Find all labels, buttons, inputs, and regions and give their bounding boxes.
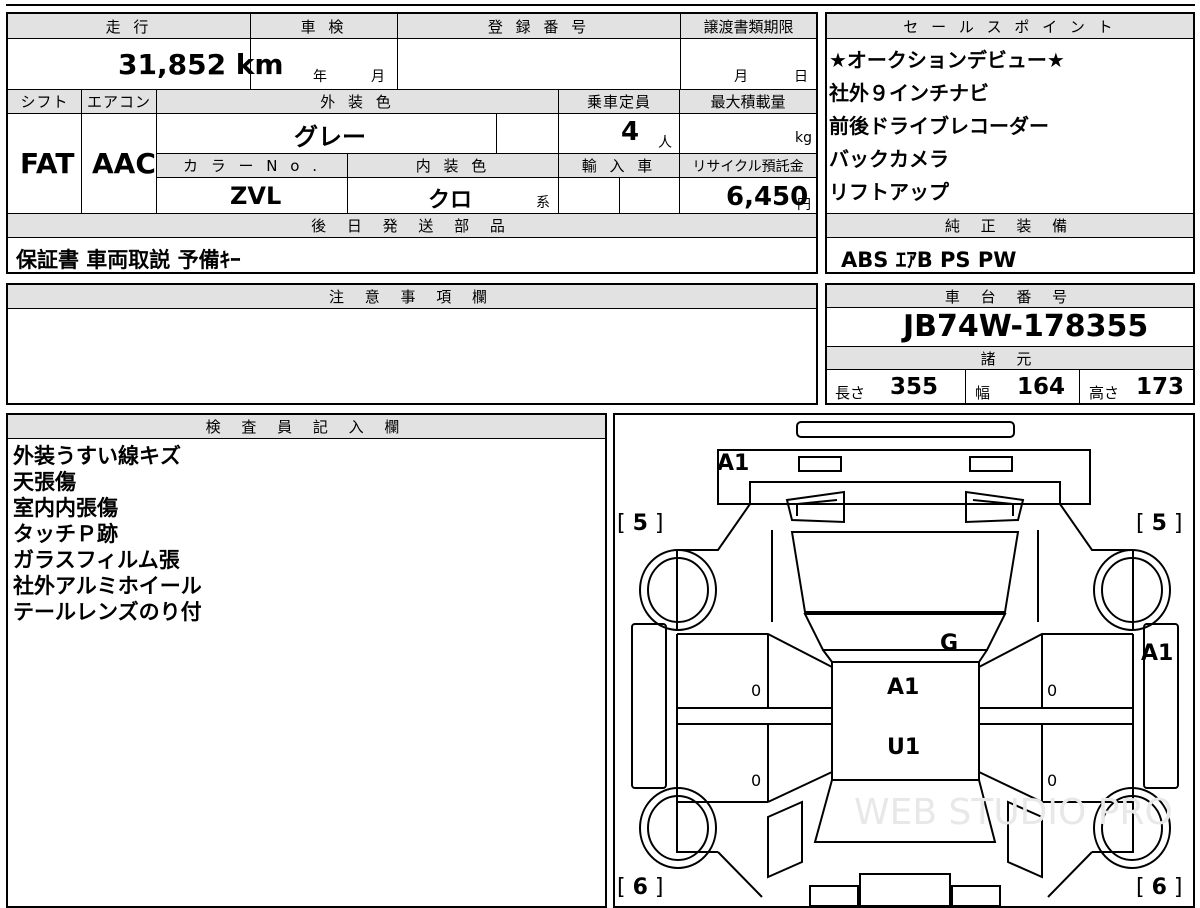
car-outline-svg: WEB STUDIO PRO	[631, 421, 1179, 906]
mark-right-rear-door: 0	[1047, 771, 1058, 790]
width-label: 幅	[975, 384, 991, 402]
later-parts-value: 保証書 車両取説 予備ｷｰ	[16, 248, 241, 272]
inspector-note-line: 社外アルミホイール	[13, 574, 202, 598]
recycle-fee-header: リサイクル預託金	[680, 154, 816, 177]
capacity-unit: 人	[658, 135, 672, 151]
mark-rear-right-tire: [ 6 ]	[1136, 875, 1183, 900]
inspector-note-line: 室内内張傷	[13, 496, 118, 520]
notes-header: 注 意 事 項 欄	[8, 285, 816, 308]
inspector-note-line: 天張傷	[13, 470, 76, 494]
max-load-header: 最大積載量	[680, 90, 816, 113]
sales-point-item: 前後ドライブレコーダー	[829, 114, 1049, 138]
inspector-note-line: タッチＰ跡	[13, 522, 118, 546]
specs-header: 諸 元	[827, 347, 1193, 369]
exterior-color-header: 外 装 色	[157, 90, 558, 113]
height-value: 173	[1136, 374, 1185, 400]
exterior-color-value: グレー	[294, 123, 366, 151]
recycle-fee-value: 6,450	[726, 182, 809, 212]
cutoff-top-row	[6, 0, 1195, 6]
transfer-month-unit: 月	[734, 69, 748, 85]
color-no-header: カ ラ ー N o .	[157, 154, 347, 177]
chassis-specs-box: 車 台 番 号 JB74W-178355 諸 元 長さ 355 幅 164 高さ…	[825, 283, 1195, 405]
length-value: 355	[890, 374, 939, 400]
transfer-deadline-header: 譲渡書類期限	[681, 14, 816, 38]
sales-points-box: セ ー ル ス ポ イ ン ト ★オークションデビュー★ 社外９インチナビ 前後…	[825, 12, 1195, 274]
color-no-value: ZVL	[230, 182, 282, 210]
later-parts-header: 後 日 発 送 部 品	[8, 214, 816, 237]
chassis-number-header: 車 台 番 号	[827, 285, 1193, 307]
interior-color-value: クロ	[428, 188, 473, 213]
inspection-year-unit: 年	[313, 69, 327, 85]
mileage-header: 走 行	[8, 14, 250, 38]
inspector-notes-list: 外装うすい線キズ 天張傷 室内内張傷 タッチＰ跡 ガラスフィルム張 社外アルミホ…	[13, 443, 202, 625]
car-damage-diagram: WEB STUDIO PRO A1 [ 5 ] [ 5 ] [ 6 ] [ 6 …	[613, 413, 1195, 908]
width-value: 164	[1017, 374, 1066, 400]
mark-windshield: G	[940, 631, 959, 656]
max-load-unit: kg	[795, 130, 812, 146]
mark-right-side: A1	[1141, 641, 1174, 666]
inspector-notes-header: 検 査 員 記 入 欄	[8, 415, 605, 438]
sales-point-item: 社外９インチナビ	[829, 81, 989, 105]
interior-color-header: 内 装 色	[348, 154, 558, 177]
chassis-number-value: JB74W-178355	[903, 309, 1149, 344]
sales-points-header: セ ー ル ス ポ イ ン ト	[827, 14, 1193, 38]
import-header: 輸 入 車	[559, 154, 679, 177]
registration-header: 登 録 番 号	[398, 14, 680, 38]
inspector-note-line: 外装うすい線キズ	[13, 444, 181, 468]
transfer-day-unit: 日	[794, 69, 808, 85]
mark-roof-front: A1	[887, 675, 920, 700]
sales-point-item: バックカメラ	[829, 147, 949, 171]
height-label: 高さ	[1089, 384, 1120, 402]
aircon-header: エアコン	[82, 90, 156, 113]
standard-equipment-header: 純 正 装 備	[827, 214, 1193, 237]
mark-rear-left-tire: [ 6 ]	[617, 875, 664, 900]
length-label: 長さ	[835, 384, 866, 402]
vehicle-info-sheet: 走 行 車 検 登 録 番 号 譲渡書類期限 31,852 km 年 月 月 日…	[6, 12, 818, 274]
watermark-text: WEB STUDIO PRO	[854, 792, 1173, 833]
inspector-notes-box: 検 査 員 記 入 欄 外装うすい線キズ 天張傷 室内内張傷 タッチＰ跡 ガラス…	[6, 413, 607, 908]
mark-left-rear-door: 0	[751, 771, 762, 790]
inspection-month-unit: 月	[371, 69, 385, 85]
mark-front-left-tire: [ 5 ]	[617, 511, 664, 536]
notes-box: 注 意 事 項 欄	[6, 283, 818, 405]
recycle-fee-unit: 円	[797, 197, 811, 213]
mileage-value: 31,852 km	[118, 48, 284, 81]
inspector-note-line: テールレンズのり付	[13, 600, 202, 624]
inspection-header: 車 検	[251, 14, 397, 38]
shift-header: シフト	[8, 90, 81, 113]
shift-value: FAT	[20, 147, 75, 180]
mark-front-right-tire: [ 5 ]	[1136, 511, 1183, 536]
mark-left-front-door: 0	[751, 681, 762, 700]
interior-color-suffix: 系	[536, 195, 550, 211]
mark-front-bumper: A1	[717, 451, 750, 476]
sales-point-item: ★オークションデビュー★	[829, 48, 1065, 72]
sales-points-list: ★オークションデビュー★ 社外９インチナビ 前後ドライブレコーダー バックカメラ…	[829, 44, 1065, 209]
capacity-header: 乗車定員	[559, 90, 679, 113]
mark-right-front-door: 0	[1047, 681, 1058, 700]
mark-roof-rear: U1	[887, 735, 921, 760]
inspector-note-line: ガラスフィルム張	[13, 548, 180, 572]
sales-point-item: リフトアップ	[829, 180, 949, 204]
capacity-value: 4	[621, 117, 640, 147]
aircon-value: AAC	[92, 147, 156, 180]
standard-equipment-value: ABS ｴｱB PS PW	[841, 248, 1017, 272]
